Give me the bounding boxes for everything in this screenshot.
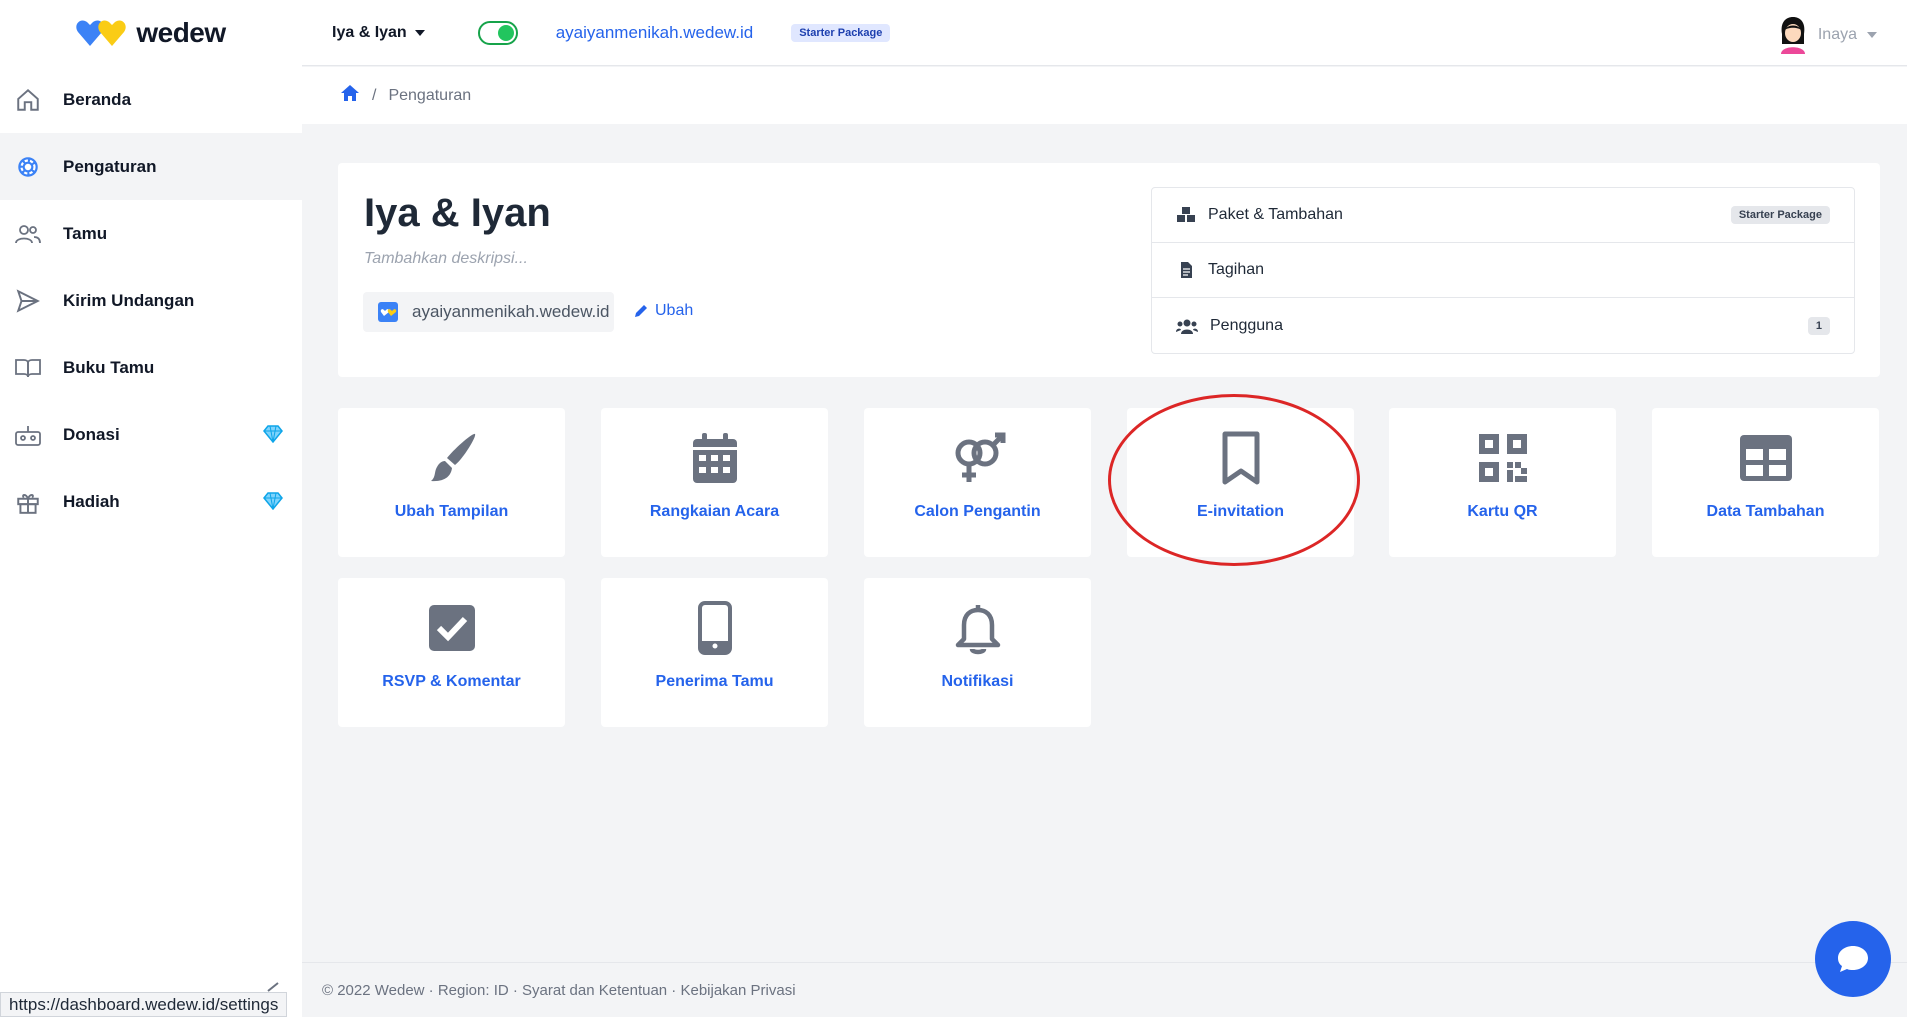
- edit-label: Ubah: [655, 302, 694, 319]
- menu-pengguna[interactable]: Pengguna 1: [1152, 298, 1854, 353]
- tile-kartu-qr[interactable]: Kartu QR: [1389, 408, 1616, 557]
- sidebar-item-label: Buku Tamu: [63, 357, 155, 377]
- status-url: https://dashboard.wedew.id/settings: [9, 994, 279, 1014]
- book-icon: [14, 354, 42, 382]
- event-title: Iya & Iyan: [364, 191, 551, 235]
- top-header: Iya & Iyan ayaiyanmenikah.wedew.id Start…: [302, 0, 1907, 66]
- sidebar-item-hadiah[interactable]: Hadiah: [0, 468, 302, 535]
- user-menu[interactable]: Inaya: [1778, 16, 1877, 54]
- tile-label: E-invitation: [1196, 503, 1285, 520]
- table-icon: [1739, 430, 1792, 486]
- gift-icon: [14, 488, 42, 516]
- footer-text: © 2022 Wedew · Region: ID · Syarat dan K…: [322, 981, 796, 999]
- project-name: Iya & Iyan: [332, 23, 407, 41]
- tile-label: Calon Pengantin: [914, 503, 1041, 520]
- browser-status-bar: https://dashboard.wedew.id/settings: [0, 992, 288, 1017]
- tile-label: Penerima Tamu: [655, 673, 774, 690]
- sidebar-item-label: Hadiah: [63, 491, 120, 511]
- gender-icon: [949, 430, 1007, 486]
- users-icon: [14, 220, 42, 248]
- wedew-favicon-icon: [378, 302, 398, 322]
- tile-label: Rangkaian Acara: [649, 503, 780, 520]
- project-dropdown[interactable]: Iya & Iyan: [332, 24, 425, 42]
- tile-notifikasi[interactable]: Notifikasi: [864, 578, 1091, 727]
- tile-penerima-tamu[interactable]: Penerima Tamu: [601, 578, 828, 727]
- event-description[interactable]: Tambahkan deskripsi...: [364, 250, 528, 268]
- sidebar: wedew Beranda Pengaturan Tamu Kirim Unda…: [0, 0, 302, 1017]
- publish-toggle[interactable]: [477, 20, 518, 45]
- sidebar-item-buku-tamu[interactable]: Buku Tamu: [0, 334, 302, 401]
- tile-data-tambahan[interactable]: Data Tambahan: [1652, 408, 1879, 557]
- package-badge: Starter Package: [791, 23, 891, 42]
- caret-down-icon: [414, 29, 425, 36]
- sidebar-item-donasi[interactable]: Donasi: [0, 401, 302, 468]
- donation-icon: [14, 421, 42, 449]
- user-count-badge: 1: [1807, 316, 1830, 335]
- users-group-icon: [1176, 319, 1198, 334]
- tile-rangkaian-acara[interactable]: Rangkaian Acara: [601, 408, 828, 557]
- event-info-card: Iya & Iyan Tambahkan deskripsi... ayaiya…: [338, 163, 1880, 377]
- diamond-icon: [263, 492, 283, 515]
- home-icon[interactable]: [340, 84, 360, 107]
- heart-logo-icon: [76, 20, 127, 46]
- chat-button[interactable]: [1815, 921, 1891, 997]
- sidebar-item-kirim-undangan[interactable]: Kirim Undangan: [0, 267, 302, 334]
- tile-calon-pengantin[interactable]: Calon Pengantin: [864, 408, 1091, 557]
- sidebar-item-pengaturan[interactable]: Pengaturan: [0, 133, 302, 200]
- paint-brush-icon: [425, 430, 479, 486]
- breadcrumb-current: Pengaturan: [388, 86, 472, 104]
- brand-name: wedew: [136, 17, 226, 48]
- sidebar-item-label: Beranda: [63, 89, 132, 109]
- sidebar-item-label: Donasi: [63, 424, 120, 444]
- domain-link[interactable]: ayaiyanmenikah.wedew.id: [556, 23, 754, 43]
- calendar-icon: [691, 430, 739, 486]
- toggle-knob: [497, 24, 514, 41]
- breadcrumb-separator: /: [372, 86, 377, 104]
- home-icon: [14, 86, 42, 114]
- sidebar-item-label: Pengaturan: [63, 156, 157, 176]
- diamond-icon: [263, 425, 283, 448]
- domain-text: ayaiyanmenikah.wedew.id: [412, 302, 610, 321]
- sidebar-item-label: Kirim Undangan: [63, 290, 195, 310]
- menu-label: Pengguna: [1210, 316, 1283, 334]
- tile-ubah-tampilan[interactable]: Ubah Tampilan: [338, 408, 565, 557]
- user-name: Inaya: [1817, 26, 1857, 43]
- mobile-icon: [697, 600, 732, 656]
- avatar: [1780, 17, 1805, 54]
- tile-label: Notifikasi: [941, 673, 1014, 690]
- tile-label: Ubah Tampilan: [394, 503, 509, 520]
- check-square-icon: [428, 600, 475, 656]
- tile-rsvp-komentar[interactable]: RSVP & Komentar: [338, 578, 565, 727]
- pencil-icon: [635, 305, 647, 317]
- tile-label: RSVP & Komentar: [382, 673, 521, 690]
- sidebar-item-label: Tamu: [63, 223, 108, 243]
- menu-paket-tambahan[interactable]: Paket & Tambahan Starter Package: [1152, 188, 1854, 243]
- sidebar-item-beranda[interactable]: Beranda: [0, 66, 302, 133]
- tile-e-invitation[interactable]: E-invitation: [1127, 408, 1354, 557]
- send-icon: [14, 287, 42, 315]
- sidebar-item-tamu[interactable]: Tamu: [0, 200, 302, 267]
- cubes-icon: [1177, 207, 1195, 222]
- menu-label: Tagihan: [1208, 261, 1265, 278]
- bookmark-icon: [1221, 430, 1261, 486]
- tile-label: Kartu QR: [1467, 503, 1538, 520]
- edit-domain-button[interactable]: Ubah: [633, 302, 693, 320]
- sidebar-nav: Beranda Pengaturan Tamu Kirim Undangan B…: [0, 66, 302, 535]
- menu-label: Paket & Tambahan: [1208, 206, 1343, 223]
- bell-icon: [954, 600, 1002, 656]
- account-menu: Paket & Tambahan Starter Package Tagihan…: [1151, 187, 1855, 354]
- chat-bubble-icon: [1838, 946, 1868, 972]
- breadcrumb: / Pengaturan: [302, 67, 1907, 124]
- package-badge: Starter Package: [1730, 206, 1830, 224]
- domain-pill: ayaiyanmenikah.wedew.id: [363, 292, 614, 332]
- menu-tagihan[interactable]: Tagihan: [1152, 243, 1854, 298]
- gear-icon: [14, 153, 42, 181]
- tile-label: Data Tambahan: [1706, 503, 1825, 520]
- brand-logo[interactable]: wedew: [0, 0, 302, 66]
- page-footer: © 2022 Wedew · Region: ID · Syarat dan K…: [302, 962, 1907, 1017]
- caret-down-icon: [1867, 32, 1877, 38]
- qr-code-icon: [1478, 430, 1527, 486]
- invoice-icon: [1181, 262, 1192, 278]
